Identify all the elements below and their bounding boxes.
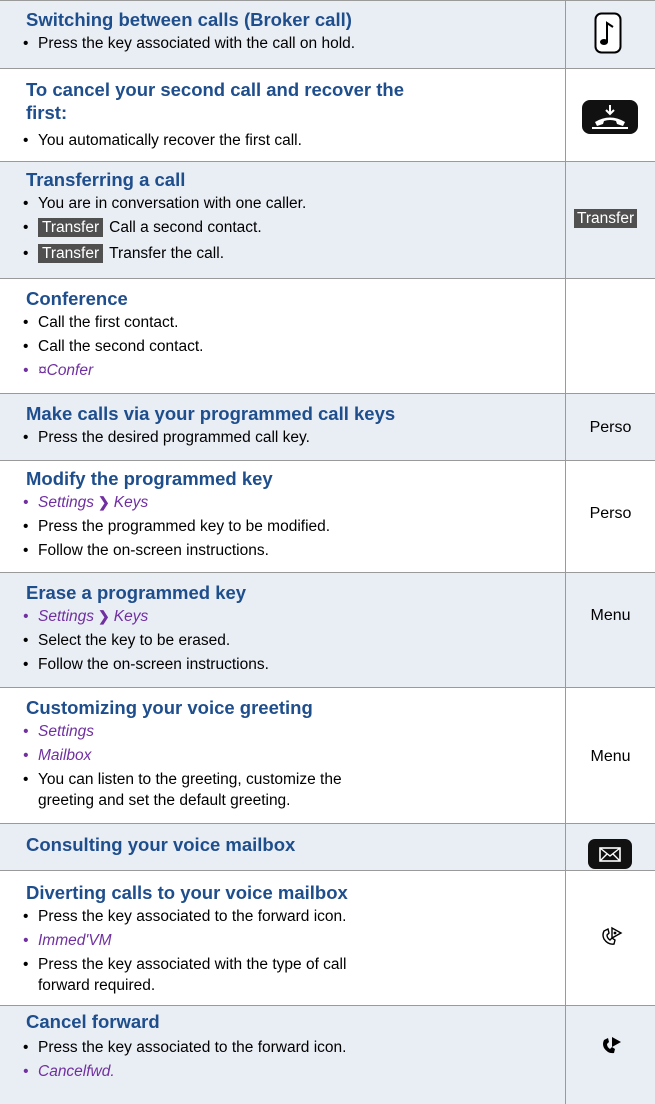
list-item: Press the key associated with the call o… — [23, 34, 355, 53]
music-note-icon[interactable] — [594, 12, 622, 59]
row-cancel-second-call: To cancel your second call and recover t… — [0, 69, 655, 161]
list-item: Press the desired programmed call key. — [23, 428, 310, 447]
list-item-menu: Mailbox — [23, 746, 92, 765]
hang-up-icon[interactable] — [582, 100, 638, 139]
forward-icon[interactable] — [600, 925, 624, 952]
list-item: You automatically recover the first call… — [23, 131, 302, 150]
list-item: Call the first contact. — [23, 313, 178, 332]
menu-key[interactable]: Menu — [566, 748, 655, 766]
transfer-softkey[interactable]: Transfer — [38, 218, 104, 237]
forward-filled-icon[interactable] — [600, 1034, 624, 1061]
row-divider — [0, 823, 655, 824]
list-item-menu: Cancelfwd. — [23, 1062, 115, 1081]
transfer-softkey[interactable]: Transfer — [38, 244, 104, 263]
row-divider — [0, 687, 655, 688]
row-title: Make calls via your programmed call keys — [26, 403, 396, 424]
row-title: Erase a programmed key — [26, 582, 247, 603]
row-title: Customizing your voice greeting — [26, 697, 313, 718]
list-item: You can listen to the greeting, customiz… — [23, 770, 342, 789]
chevron-right-icon: ❯ — [98, 608, 110, 624]
row-title: To cancel your second call and recover t… — [26, 79, 405, 100]
row-divider — [0, 68, 655, 69]
row-conference: Conference Call the first contact. Call … — [0, 279, 655, 393]
row-customize-voice-greeting: Customizing your voice greeting Settings… — [0, 688, 655, 823]
row-title-continued: first: — [26, 102, 68, 123]
transfer-key[interactable]: Transfer — [574, 209, 638, 228]
list-item-continued: forward required. — [38, 977, 156, 994]
row-broker-call: Switching between calls (Broker call) Pr… — [0, 0, 655, 68]
list-item: Follow the on-screen instructions. — [23, 655, 269, 674]
row-consult-voice-mailbox: Consulting your voice mailbox — [0, 824, 655, 870]
row-title: Cancel forward — [26, 1011, 160, 1032]
row-title: Consulting your voice mailbox — [26, 834, 296, 855]
row-transferring-call: Transferring a call You are in conversat… — [0, 162, 655, 278]
row-title: Conference — [26, 288, 128, 309]
list-item: Press the key associated to the forward … — [23, 907, 346, 926]
row-erase-programmed-key: Erase a programmed key Settings❯Keys Sel… — [0, 573, 655, 687]
perso-key[interactable]: Perso — [566, 419, 655, 437]
row-divider — [0, 393, 655, 394]
list-item: You are in conversation with one caller. — [23, 194, 306, 213]
row-title: Modify the programmed key — [26, 468, 273, 489]
list-item: Press the key associated to the forward … — [23, 1038, 346, 1057]
row-title: Diverting calls to your voice mailbox — [26, 882, 348, 903]
row-modify-programmed-key: Modify the programmed key Settings❯Keys … — [0, 461, 655, 572]
menu-key[interactable]: Menu — [566, 607, 655, 625]
row-programmed-call-keys: Make calls via your programmed call keys… — [0, 394, 655, 460]
row-cancel-forward: Cancel forward Press the key associated … — [0, 1006, 655, 1104]
list-item: Select the key to be erased. — [23, 631, 230, 650]
list-item-menu: ¤Confer — [23, 361, 93, 380]
envelope-icon[interactable] — [588, 839, 632, 874]
row-divider — [0, 278, 655, 279]
row-divider — [0, 572, 655, 573]
list-item-menu: Immed'VM — [23, 931, 112, 950]
row-divider — [0, 460, 655, 461]
chevron-right-icon: ❯ — [98, 494, 110, 510]
table-border — [0, 0, 655, 1]
row-divider — [0, 1005, 655, 1006]
list-item: Follow the on-screen instructions. — [23, 541, 269, 560]
list-item: Call the second contact. — [23, 337, 203, 356]
list-item: Press the programmed key to be modified. — [23, 517, 330, 536]
list-item: Press the key associated with the type o… — [23, 955, 346, 974]
row-title: Switching between calls (Broker call) — [26, 9, 352, 30]
row-divert-to-voice-mailbox: Diverting calls to your voice mailbox Pr… — [0, 871, 655, 1005]
list-item: TransferTransfer the call. — [23, 244, 224, 263]
perso-key[interactable]: Perso — [566, 505, 655, 523]
list-item: TransferCall a second contact. — [23, 218, 262, 237]
quick-guide-table: Switching between calls (Broker call) Pr… — [0, 0, 655, 1104]
row-title: Transferring a call — [26, 169, 186, 190]
row-divider — [0, 870, 655, 871]
list-item-menu-path: Settings❯Keys — [23, 607, 148, 626]
list-item-menu-path: Settings❯Keys — [23, 493, 148, 512]
list-item-continued: greeting and set the default greeting. — [38, 792, 291, 809]
list-item-menu: Settings — [23, 722, 94, 741]
row-divider — [0, 161, 655, 162]
